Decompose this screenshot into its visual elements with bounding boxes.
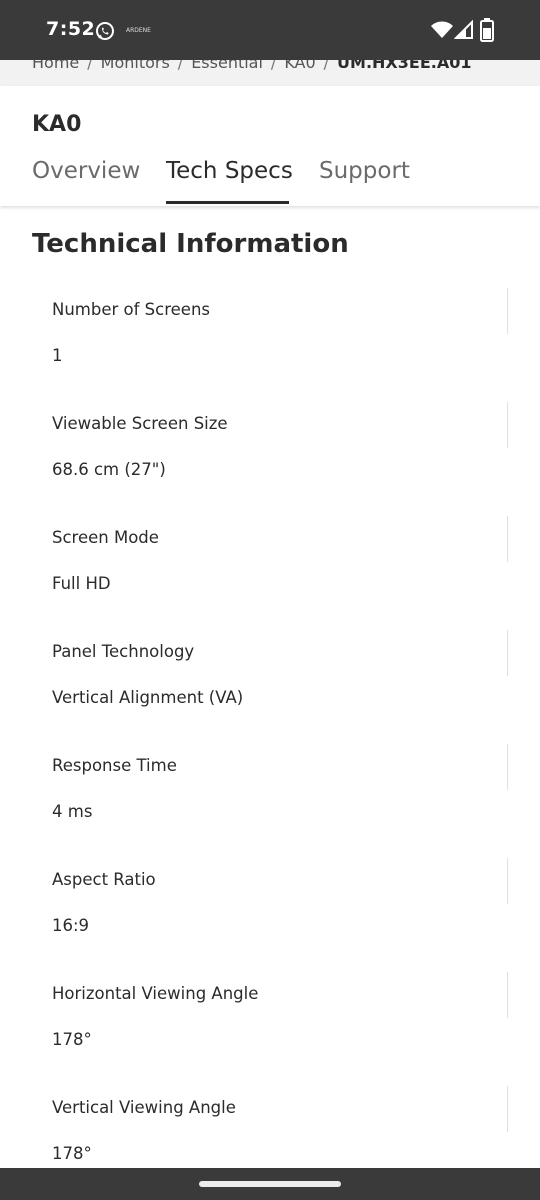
breadcrumb-separator: / <box>270 60 277 72</box>
spec-label: Horizontal Viewing Angle <box>52 984 259 1003</box>
spec-item: Screen Mode Full HD <box>0 516 540 630</box>
breadcrumb-separator: / <box>323 60 330 72</box>
breadcrumb-current: UM.HX3EE.A01 <box>337 60 472 72</box>
spec-value: Full HD <box>52 574 111 593</box>
signal-icon <box>454 20 473 39</box>
spec-divider <box>507 858 508 904</box>
spec-label: Panel Technology <box>52 642 195 661</box>
tab-tech-specs[interactable]: Tech Specs <box>166 158 293 204</box>
spec-divider <box>507 744 508 790</box>
spec-label: Aspect Ratio <box>52 870 156 889</box>
whatsapp-icon <box>96 22 114 40</box>
product-header: KA0 Overview Tech Specs Support <box>0 86 540 206</box>
spec-label: Screen Mode <box>52 528 159 547</box>
spec-divider <box>507 972 508 1018</box>
spec-item: Aspect Ratio 16:9 <box>0 858 540 972</box>
spec-item: Response Time 4 ms <box>0 744 540 858</box>
battery-icon <box>480 18 494 42</box>
wifi-icon <box>431 21 453 38</box>
spec-item: Viewable Screen Size 68.6 cm (27") <box>0 402 540 516</box>
breadcrumb-ka0[interactable]: KA0 <box>284 60 315 72</box>
spec-divider <box>507 402 508 448</box>
spec-value: 1 <box>52 346 63 365</box>
spec-item: Horizontal Viewing Angle 178° <box>0 972 540 1086</box>
spec-value: 178° <box>52 1030 92 1049</box>
system-nav-bar <box>0 1168 540 1200</box>
section-title: Technical Information <box>32 229 349 259</box>
spec-label: Viewable Screen Size <box>52 414 228 433</box>
spec-item: Number of Screens 1 <box>0 288 540 402</box>
active-tab-indicator <box>166 201 289 204</box>
spec-item: Panel Technology Vertical Alignment (VA) <box>0 630 540 744</box>
home-gesture-handle[interactable] <box>199 1181 341 1187</box>
breadcrumb-essential[interactable]: Essential <box>191 60 263 72</box>
breadcrumb-home[interactable]: Home <box>32 60 79 72</box>
spec-value: 4 ms <box>52 802 93 821</box>
tab-support[interactable]: Support <box>319 158 410 204</box>
spec-value: 68.6 cm (27") <box>52 460 166 479</box>
spec-value: 178° <box>52 1144 92 1163</box>
spec-value: Vertical Alignment (VA) <box>52 688 244 707</box>
breadcrumb-separator: / <box>87 60 93 72</box>
spec-divider <box>507 1086 508 1132</box>
spec-label: Vertical Viewing Angle <box>52 1098 236 1117</box>
spec-value: 16:9 <box>52 916 90 935</box>
breadcrumb-separator: / <box>177 60 184 72</box>
spec-label: Response Time <box>52 756 177 775</box>
page-title: KA0 <box>32 112 82 137</box>
notification-mini-label: ARDENE <box>126 27 151 34</box>
breadcrumb-monitors[interactable]: Monitors <box>101 60 170 72</box>
spec-divider <box>507 288 508 334</box>
spec-label: Number of Screens <box>52 300 210 319</box>
breadcrumb: Home / Monitors / Essential / KA0 / UM.HX3EE.A01 <box>0 60 540 86</box>
spec-divider <box>507 516 508 562</box>
spec-divider <box>507 630 508 676</box>
status-bar: 7:52 ARDENE <box>0 0 540 60</box>
tab-overview[interactable]: Overview <box>32 158 140 204</box>
status-time: 7:52 <box>46 18 96 40</box>
